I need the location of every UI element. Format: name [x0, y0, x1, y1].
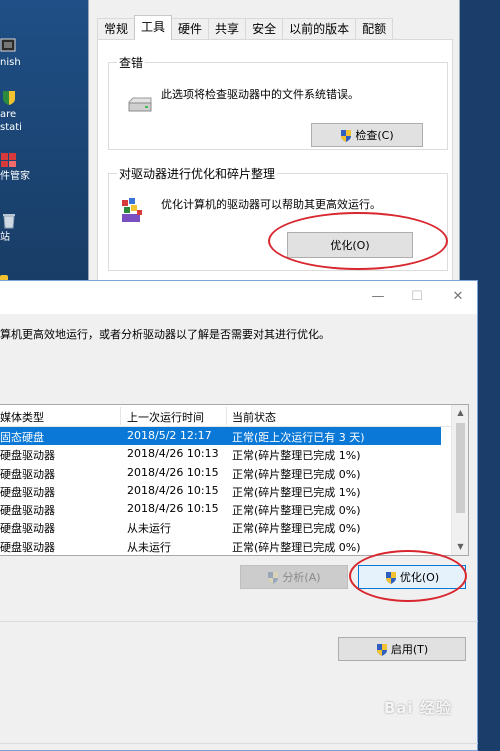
drive-list[interactable]: 媒体类型 上一次运行时间 当前状态 固态硬盘 2018/5/2 12:17 正常… — [0, 404, 469, 556]
optimize-dialog-open-button[interactable]: 优化(O) — [287, 232, 413, 258]
optimize-defrag-title: 对驱动器进行优化和碎片整理 — [117, 165, 278, 182]
properties-tabs: 常规 工具 硬件 共享 安全 以前的版本 配额 — [97, 15, 394, 40]
cell-last-run: 2018/4/26 10:15 — [127, 465, 219, 479]
uac-shield-icon — [341, 129, 352, 142]
table-row-selected[interactable]: 固态硬盘 2018/5/2 12:17 正常(距上次运行已有 3 天) — [0, 427, 441, 446]
column-divider — [120, 407, 121, 425]
drive-list-header: 媒体类型 上一次运行时间 当前状态 — [0, 405, 452, 427]
section-divider — [0, 621, 478, 622]
cell-status: 正常(碎片整理已完成 1%) — [232, 449, 361, 463]
check-button[interactable]: 检查(C) — [311, 123, 423, 147]
cell-status: 正常(碎片整理已完成 1%) — [232, 485, 361, 499]
drive-icon — [128, 97, 152, 112]
vertical-scrollbar[interactable]: ▲ ▼ — [451, 405, 468, 555]
optimize-button-label: 优化(O) — [399, 571, 440, 584]
scroll-up-icon[interactable]: ▲ — [452, 405, 468, 421]
desktop-icon-label: 站 — [0, 232, 10, 243]
error-checking-title: 查错 — [117, 54, 146, 71]
tab-hardware[interactable]: 硬件 — [171, 18, 210, 40]
optimize-intro-text: 算机更高效地运行，或者分析驱动器以了解是否需要对其进行优化。 — [0, 328, 330, 341]
cell-last-run: 2018/4/26 10:15 — [127, 502, 219, 516]
tab-tools[interactable]: 工具 — [134, 15, 173, 40]
cell-media: 硬盘驱动器 — [0, 485, 55, 499]
optimize-description: 优化计算机的驱动器可以帮助其更高效运行。 — [161, 198, 381, 211]
column-media-type[interactable]: 媒体类型 — [0, 409, 44, 425]
uac-shield-icon — [376, 643, 387, 656]
optimize-drives-window: — ☐ ✕ 算机更高效地运行，或者分析驱动器以了解是否需要对其进行优化。 媒体类… — [0, 280, 478, 751]
maximize-icon[interactable]: ☐ — [405, 287, 429, 307]
cell-last-run: 从未运行 — [127, 522, 171, 536]
uac-shield-icon — [385, 571, 396, 584]
recycle-bin-icon — [3, 214, 15, 229]
error-checking-description: 此选项将检查驱动器中的文件系统错误。 — [161, 88, 359, 101]
section-divider — [0, 743, 478, 744]
analyze-button[interactable]: 分析(A) — [240, 565, 348, 589]
defrag-icon — [122, 198, 142, 222]
cell-status: 正常(碎片整理已完成 0%) — [232, 522, 361, 536]
manager-app-icon — [1, 153, 16, 167]
column-divider — [226, 407, 227, 425]
desktop-icon-label: 件管家 — [0, 171, 30, 182]
desktop-icon-label: nish — [0, 57, 21, 68]
cell-status: 正常(距上次运行已有 3 天) — [232, 431, 365, 444]
check-button-label: 检查(C) — [355, 129, 394, 142]
close-icon[interactable]: ✕ — [446, 287, 470, 307]
desktop-icon-label-line1: are — [0, 109, 17, 120]
cell-last-run: 2018/5/2 12:17 — [127, 429, 212, 442]
drive-list-rows: 固态硬盘 2018/5/2 12:17 正常(距上次运行已有 3 天) 硬盘驱动… — [0, 427, 452, 555]
tab-sharing[interactable]: 共享 — [208, 18, 247, 40]
table-row[interactable]: 硬盘驱动器 2018/4/26 10:13 正常(碎片整理已完成 1%) — [0, 445, 452, 463]
optimize-button-label: 优化(O) — [330, 239, 370, 252]
cell-media: 硬盘驱动器 — [0, 540, 55, 554]
tab-general[interactable]: 常规 — [97, 18, 136, 40]
table-row[interactable]: 硬盘驱动器 从未运行 正常(碎片整理已完成 0%) — [0, 537, 452, 555]
column-current-status[interactable]: 当前状态 — [232, 409, 276, 425]
scroll-down-icon[interactable]: ▼ — [452, 539, 468, 555]
cell-status: 正常(碎片整理已完成 0%) — [232, 540, 361, 554]
table-row[interactable]: 硬盘驱动器 2018/4/26 10:15 正常(碎片整理已完成 0%) — [0, 464, 452, 482]
desktop-icon-4[interactable]: 站 — [0, 213, 30, 244]
cell-last-run: 2018/4/26 10:15 — [127, 483, 219, 497]
tab-previous-versions[interactable]: 以前的版本 — [282, 18, 357, 40]
drive-properties-dialog: 常规 工具 硬件 共享 安全 以前的版本 配额 查错 此选项将检查驱动器中的文件… — [88, 0, 460, 300]
tab-security[interactable]: 安全 — [245, 18, 284, 40]
enable-button-label: 启用(T) — [390, 643, 429, 656]
cell-media: 固态硬盘 — [0, 431, 44, 444]
analyze-button-label: 分析(A) — [282, 571, 321, 584]
cell-media: 硬盘驱动器 — [0, 504, 55, 518]
optimize-defrag-group: 对驱动器进行优化和碎片整理 优化计算机的驱动器可以帮助其更高效运行。 优化(O) — [108, 165, 448, 271]
cell-media: 硬盘驱动器 — [0, 522, 55, 536]
desktop-icon-2[interactable]: are stati — [0, 90, 30, 134]
desktop-icon-3[interactable]: 件管家 — [0, 152, 30, 183]
uac-shield-icon — [268, 571, 279, 584]
column-last-run[interactable]: 上一次运行时间 — [127, 409, 204, 425]
title-bar: — ☐ ✕ — [0, 281, 477, 314]
cell-last-run: 从未运行 — [127, 540, 171, 554]
watermark: Bai 经验 — [384, 699, 452, 717]
cell-status: 正常(碎片整理已完成 0%) — [232, 467, 361, 481]
cell-status: 正常(碎片整理已完成 0%) — [232, 504, 361, 518]
tools-tab-pane: 查错 此选项将检查驱动器中的文件系统错误。 检查(C) 对驱动器进行优化和碎片整… — [97, 39, 453, 294]
shield-app-icon — [3, 91, 15, 105]
cell-media: 硬盘驱动器 — [0, 449, 55, 463]
optimize-button[interactable]: 优化(O) — [358, 565, 466, 589]
scroll-thumb[interactable] — [456, 423, 465, 513]
tab-quota[interactable]: 配额 — [355, 18, 394, 40]
desktop-icon-1[interactable]: nish — [0, 38, 30, 69]
app-icon — [0, 38, 16, 52]
cell-media: 硬盘驱动器 — [0, 467, 55, 481]
table-row[interactable]: 硬盘驱动器 从未运行 正常(碎片整理已完成 0%) — [0, 518, 452, 536]
desktop-icon-label-line2: stati — [0, 122, 22, 133]
table-row[interactable]: 硬盘驱动器 2018/4/26 10:15 正常(碎片整理已完成 1%) — [0, 482, 452, 500]
table-row[interactable]: 硬盘驱动器 2018/4/26 10:15 正常(碎片整理已完成 0%) — [0, 500, 452, 518]
minimize-icon[interactable]: — — [366, 287, 390, 307]
enable-button[interactable]: 启用(T) — [338, 637, 466, 661]
cell-last-run: 2018/4/26 10:13 — [127, 447, 219, 461]
error-checking-group: 查错 此选项将检查驱动器中的文件系统错误。 检查(C) — [108, 54, 448, 150]
